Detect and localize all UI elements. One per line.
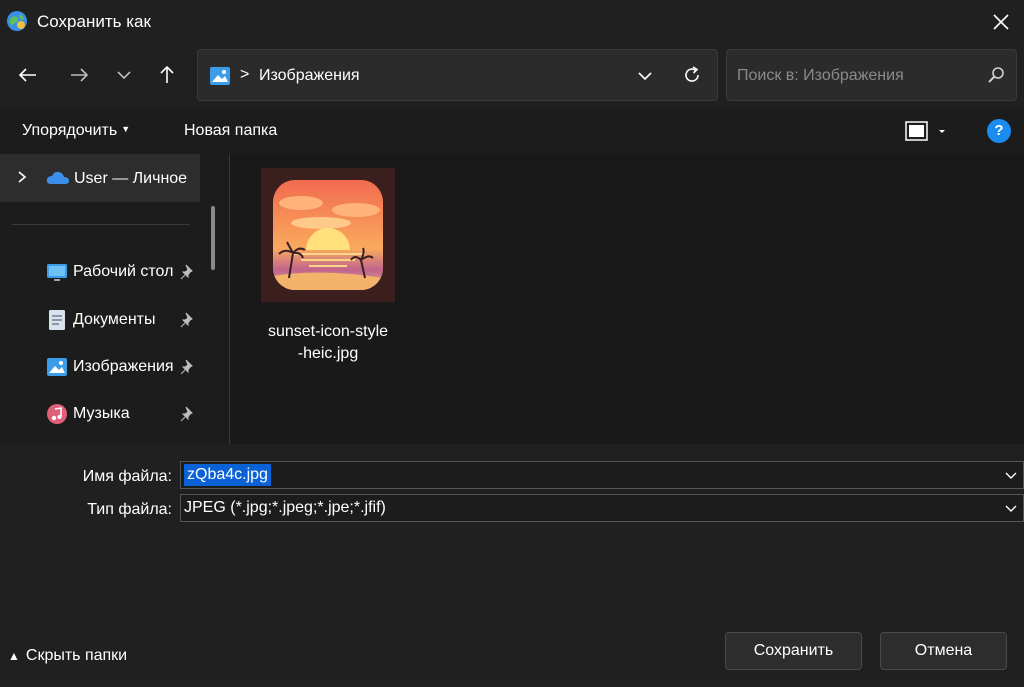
filename-field[interactable]: zQba4c.jpg <box>180 461 1024 489</box>
expand-chevron-icon[interactable] <box>14 169 30 185</box>
change-view-icon[interactable] <box>904 120 952 144</box>
file-item[interactable]: sunset-icon-style -heic.jpg <box>258 166 398 362</box>
sidebar-scrollbar[interactable] <box>211 206 215 270</box>
help-button[interactable]: ? <box>987 119 1011 143</box>
sidebar-item-pictures[interactable]: Изображения <box>0 347 200 387</box>
desktop-icon <box>47 264 67 281</box>
sunset-image-thumbnail <box>273 180 383 290</box>
organize-button[interactable]: Упорядочить ▼ <box>22 122 130 140</box>
hide-folders-button[interactable]: ▲ Скрыть папки <box>8 647 127 665</box>
documents-icon <box>49 310 65 330</box>
sidebar-item-onedrive[interactable]: User — Личное <box>0 154 200 202</box>
sidebar-item-label: Изображения <box>73 358 174 375</box>
organize-label: Упорядочить <box>22 122 118 139</box>
file-name: sunset-icon-style -heic.jpg <box>258 321 398 365</box>
new-folder-button[interactable]: Новая папка <box>184 122 277 140</box>
address-bar[interactable]: > Изображения <box>197 49 718 101</box>
sidebar-item-label: User — Личное <box>74 170 188 187</box>
sidebar-item-music[interactable]: Музыка <box>0 394 200 434</box>
organize-caret-icon: ▼ <box>121 124 131 134</box>
recent-locations-chevron-icon[interactable] <box>111 62 137 88</box>
pin-icon[interactable] <box>180 359 196 375</box>
back-arrow-icon[interactable] <box>15 62 41 88</box>
save-form: Имя файла: zQba4c.jpg Тип файла: JPEG (*… <box>0 444 1024 687</box>
file-name-line-2: -heic.jpg <box>297 345 359 362</box>
navigation-pane: User — Личное Рабочий стол Документы Изо… <box>0 154 200 444</box>
search-input[interactable]: Поиск в: Изображения <box>726 49 1017 101</box>
file-name-line-1: sunset-icon-style <box>267 323 389 340</box>
save-button[interactable]: Сохранить <box>725 632 862 670</box>
up-arrow-icon[interactable] <box>154 62 180 88</box>
filename-label: Имя файла: <box>82 468 172 485</box>
sidebar-divider <box>12 224 190 225</box>
chevron-down-icon[interactable] <box>1003 500 1019 516</box>
navigation-bar: > Изображения Поиск в: Изображения <box>0 44 1024 108</box>
search-icon[interactable] <box>986 65 1006 85</box>
hide-folders-label: Скрыть папки <box>25 647 128 664</box>
address-dropdown-chevron-icon[interactable] <box>635 66 655 86</box>
pin-icon[interactable] <box>180 264 196 280</box>
file-thumbnail <box>261 168 395 302</box>
music-icon <box>47 404 67 424</box>
filetype-select[interactable]: JPEG (*.jpg;*.jpeg;*.jpe;*.jfif) <box>180 494 1024 522</box>
search-placeholder: Поиск в: Изображения <box>737 67 904 84</box>
caret-up-icon: ▲ <box>8 649 20 663</box>
sidebar-item-label: Музыка <box>73 405 130 422</box>
sidebar-item-label: Документы <box>73 311 156 328</box>
sidebar-item-label: Рабочий стол <box>73 263 174 280</box>
app-icon <box>7 11 27 31</box>
pin-icon[interactable] <box>180 312 196 328</box>
breadcrumb-pictures[interactable]: Изображения <box>259 67 360 85</box>
chevron-down-icon[interactable] <box>1003 467 1019 483</box>
cancel-button[interactable]: Отмена <box>880 632 1007 670</box>
file-list: sunset-icon-style -heic.jpg <box>230 154 1024 444</box>
filetype-value: JPEG (*.jpg;*.jpeg;*.jpe;*.jfif) <box>184 499 386 516</box>
forward-arrow-icon[interactable] <box>66 62 92 88</box>
filename-value[interactable]: zQba4c.jpg <box>184 464 271 486</box>
window-title: Сохранить как <box>37 12 151 31</box>
sidebar-item-desktop[interactable]: Рабочий стол <box>0 252 200 292</box>
title-bar: Сохранить как <box>0 0 1024 44</box>
pin-icon[interactable] <box>180 406 196 422</box>
sidebar-item-documents[interactable]: Документы <box>0 300 200 340</box>
pictures-icon <box>47 358 67 376</box>
onedrive-cloud-icon <box>46 171 69 184</box>
filetype-label: Тип файла: <box>87 501 172 518</box>
close-icon[interactable] <box>988 9 1014 35</box>
breadcrumb-separator: > <box>240 66 250 83</box>
refresh-icon[interactable] <box>681 64 703 86</box>
pictures-folder-icon <box>210 67 230 85</box>
command-bar: Упорядочить ▼ Новая папка ? <box>0 108 1024 154</box>
